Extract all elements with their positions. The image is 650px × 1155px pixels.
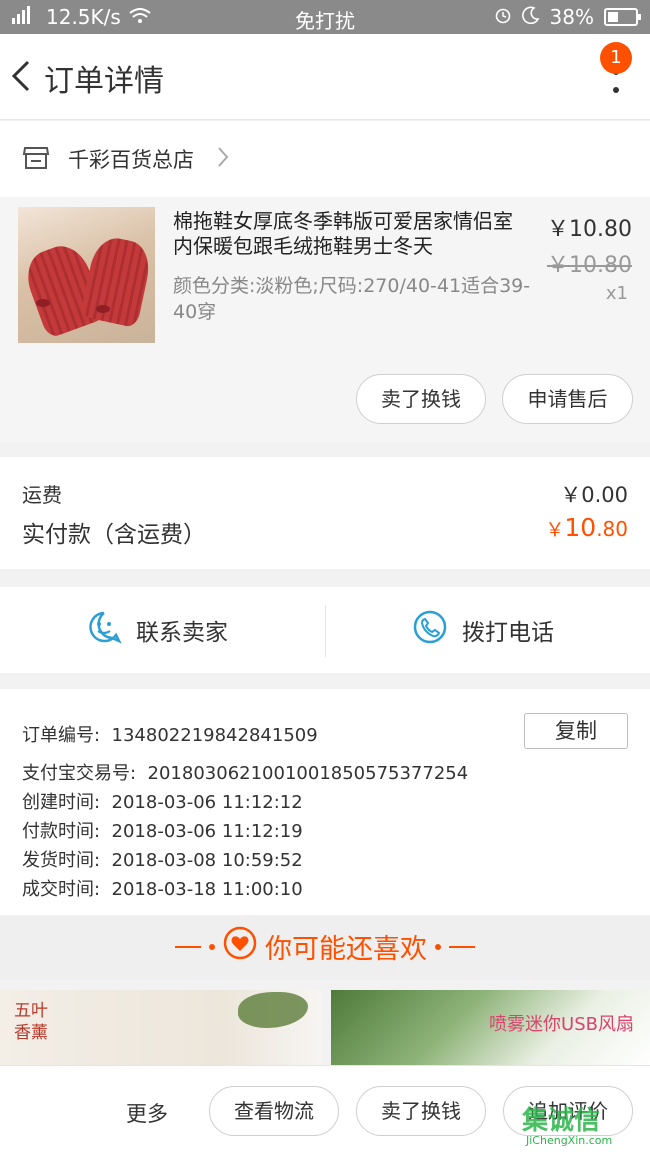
store-row[interactable]: 千彩百货总店 [0,121,650,197]
view-logistics-button[interactable]: 查看物流 [209,1086,339,1136]
created-time: 2018-03-06 11:12:12 [111,792,303,813]
paid-row: 付款时间: 2018-03-06 11:12:19 [22,817,303,843]
status-bar: 12.5K/s 免打扰 38% [0,0,650,34]
product-title: 棉拖鞋女厚底冬季韩版可爱居家情侣室内保暖包跟毛绒拖鞋男士冬天 [173,209,513,258]
fees-section: 运费 ￥0.00 实付款（含运费） ￥10.80 [0,457,650,569]
paid-time-label: 付款时间: [22,821,101,842]
paid-decimal: .80 [596,517,628,541]
paid-label: 实付款（含运费） [22,522,206,548]
paid-integer: 10 [564,513,597,542]
alipay-label: 支付宝交易号: [22,763,137,784]
back-icon[interactable] [8,56,38,96]
watermark-site: JiChengXin.com [526,1134,613,1147]
recommend-item-label: 喷雾迷你USB风扇 [489,1014,634,1035]
page-title: 订单详情 [44,64,164,99]
paid-time: 2018-03-06 11:12:19 [111,821,303,842]
order-number-row: 订单编号: 134802219842841509 [22,721,318,747]
call-label: 拨打电话 [462,620,554,646]
shipping-label: 运费 [22,483,62,507]
contact-seller-button[interactable]: 联系卖家 [86,609,228,651]
created-row: 创建时间: 2018-03-06 11:12:12 [22,788,303,814]
battery-level [608,12,618,22]
done-row: 成交时间: 2018-03-18 11:00:10 [22,875,303,901]
done-time: 2018-03-18 11:00:10 [111,879,303,900]
heart-icon [223,926,257,967]
shipped-row: 发货时间: 2018-03-08 10:59:52 [22,846,303,872]
chevron-right-icon [216,145,230,173]
shipping-value: ￥0.00 [560,483,628,507]
resell-bottom-button[interactable]: 卖了换钱 [356,1086,486,1136]
store-name: 千彩百货总店 [68,148,194,172]
shipped-time: 2018-03-08 10:59:52 [111,850,303,871]
recommend-item[interactable]: 喷雾迷你USB风扇 [331,990,650,1065]
alarm-icon [494,5,512,29]
alipay-row: 支付宝交易号: 2018030621001001850575377254 [22,759,468,785]
product-card[interactable]: 棉拖鞋女厚底冬季韩版可爱居家情侣室内保暖包跟毛绒拖鞋男士冬天 颜色分类:淡粉色;… [0,197,650,442]
product-image[interactable] [18,207,155,343]
product-quantity: x1 [605,283,628,304]
paid-value: ￥10.80 [545,513,628,542]
recommend-list: 五叶香薰 喷雾迷你USB风扇 [0,990,650,1065]
phone-icon [412,609,448,651]
moon-icon [521,5,540,29]
product-original-price: ￥10.80 [547,253,632,278]
notification-badge[interactable]: 1 [600,42,632,74]
alipay-number: 2018030621001001850575377254 [147,763,469,784]
more-button[interactable]: 更多 [126,1098,168,1128]
product-price: ￥10.80 [547,217,632,242]
order-info: 订单编号: 134802219842841509 复制 支付宝交易号: 2018… [0,689,650,915]
contact-bar: 联系卖家 拨打电话 [0,587,650,673]
after-sales-button[interactable]: 申请售后 [502,374,633,424]
chat-icon [86,609,122,651]
copy-button[interactable]: 复制 [524,713,628,749]
paid-symbol: ￥ [545,519,565,541]
order-number: 134802219842841509 [111,725,318,746]
resell-button[interactable]: 卖了换钱 [356,374,486,424]
order-number-label: 订单编号: [22,725,101,746]
battery-icon [604,8,641,26]
done-label: 成交时间: [22,879,101,900]
divider [325,605,326,657]
store-icon [22,145,50,175]
recommend-title: 你可能还喜欢 [265,934,427,965]
recommend-item[interactable]: 五叶香薰 [0,990,321,1065]
shipped-label: 发货时间: [22,850,101,871]
watermark: 集诚信 JiChengXin.com [522,1100,642,1152]
watermark-logo: 集诚信 [522,1106,601,1136]
call-button[interactable]: 拨打电话 [412,609,554,651]
recommend-header: 你可能还喜欢 [0,916,650,980]
battery-percent: 38% [549,5,594,29]
contact-seller-label: 联系卖家 [136,620,228,646]
nav-bar: 订单详情 1 [0,34,650,120]
recommend-item-tag: 五叶香薰 [14,1001,48,1043]
product-spec: 颜色分类:淡粉色;尺码:270/40-41适合39-40穿 [173,275,531,323]
created-label: 创建时间: [22,792,101,813]
